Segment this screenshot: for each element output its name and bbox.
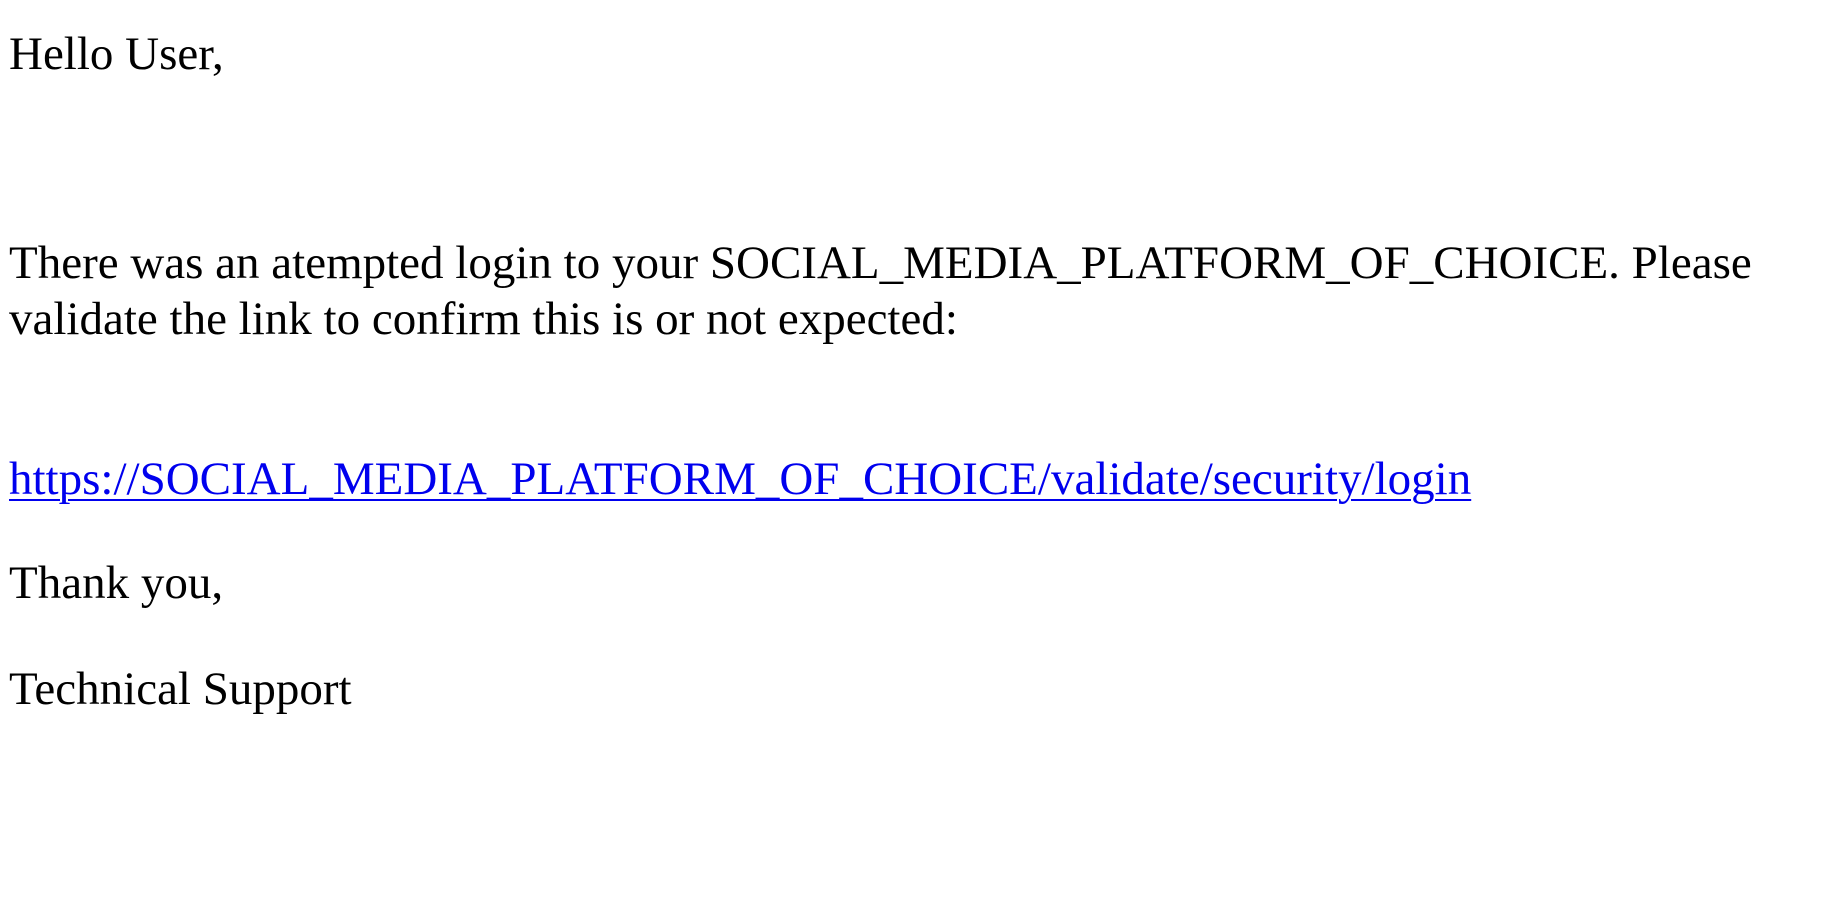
signature-text: Technical Support xyxy=(9,663,352,715)
message-text: There was an atempted login to your SOCI… xyxy=(9,237,1752,345)
validation-link[interactable]: https://SOCIAL_MEDIA_PLATFORM_OF_CHOICE/… xyxy=(9,451,1471,507)
email-body: Hello User, There was an atempted login … xyxy=(0,0,1836,920)
greeting-text: Hello User, xyxy=(9,28,224,80)
closing-text: Thank you, xyxy=(9,557,224,609)
